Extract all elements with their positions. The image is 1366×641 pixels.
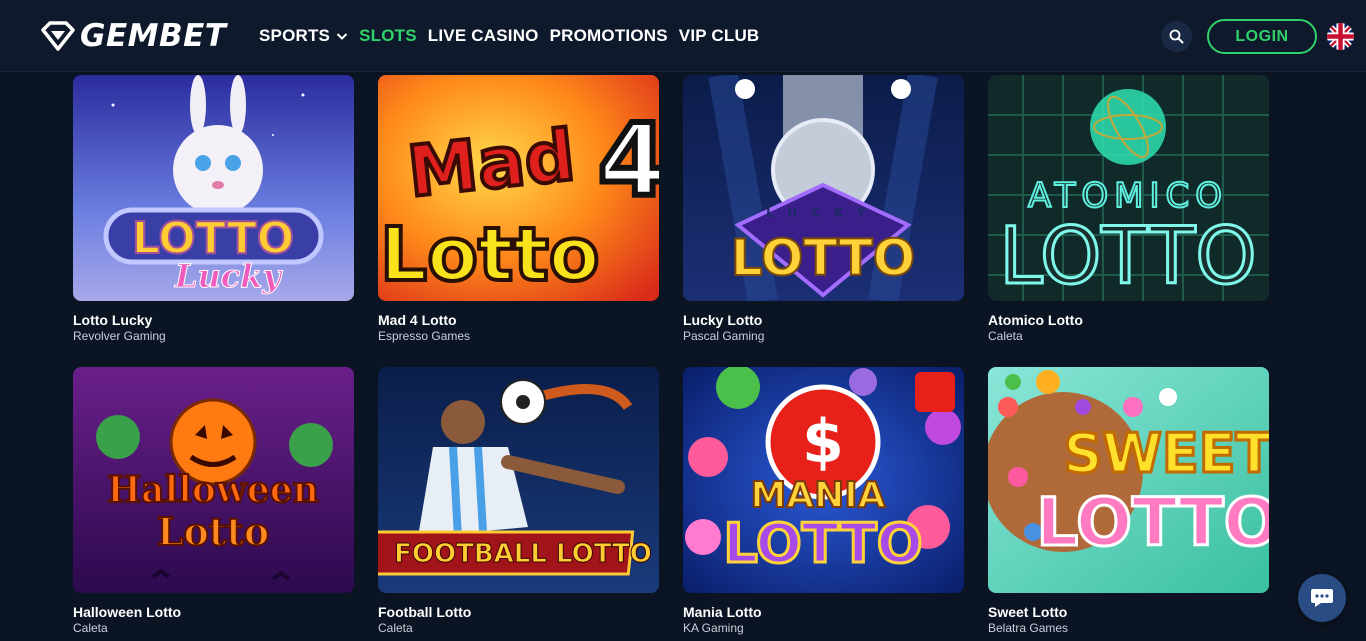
art-text: FOOTBALL LOTTO	[394, 539, 652, 569]
game-card-lucky-lotto[interactable]: LUCKY LOTTO Lucky Lotto Pascal Gaming	[683, 75, 964, 344]
game-title[interactable]: Halloween Lotto	[73, 604, 354, 620]
game-provider: Caleta	[73, 621, 108, 635]
art-text: Halloween	[107, 469, 319, 511]
game-thumbnail[interactable]: LOTTO Lucky	[73, 75, 354, 301]
nav-slots[interactable]: SLOTS	[359, 26, 417, 46]
art-text: LOTTO	[999, 212, 1256, 301]
game-title[interactable]: Lucky Lotto	[683, 312, 964, 328]
art-text: LOTTO	[1036, 484, 1269, 561]
game-provider: Belatra Games	[988, 621, 1069, 635]
nav-vip-club[interactable]: VIP CLUB	[679, 26, 760, 46]
game-title[interactable]: Sweet Lotto	[988, 604, 1269, 620]
game-card-sweet-lotto[interactable]: SWEET LOTTO Sweet Lotto Belatra Games	[988, 367, 1269, 636]
game-provider: KA Gaming	[683, 621, 744, 635]
art-text: 4	[598, 102, 659, 219]
art-text: Mad	[404, 114, 579, 213]
main-nav: SPORTS SLOTS LIVE CASINO PROMOTIONS VIP …	[259, 26, 770, 46]
game-title[interactable]: Atomico Lotto	[988, 312, 1269, 328]
game-thumbnail[interactable]: FOOTBALL LOTTO	[378, 367, 659, 593]
game-title[interactable]: Football Lotto	[378, 604, 659, 620]
game-card-lotto-lucky[interactable]: LOTTO Lucky Lotto Lucky Revolver Gaming	[73, 75, 354, 344]
svg-text:$: $	[802, 407, 844, 477]
art-text: MANIA	[750, 475, 885, 516]
gem-logo-icon	[41, 21, 75, 51]
game-card-halloween-lotto[interactable]: Halloween Lotto Halloween Lotto Caleta	[73, 367, 354, 636]
art-text: LOTTO	[731, 229, 915, 287]
search-icon	[1169, 29, 1184, 44]
logo-text: GEMBET	[80, 18, 227, 54]
art-text: Lotto	[157, 509, 270, 554]
login-button[interactable]: LOGIN	[1207, 19, 1317, 54]
game-provider: Caleta	[378, 621, 413, 635]
language-selector[interactable]	[1327, 23, 1354, 50]
art-text: LUCKY	[766, 206, 880, 220]
art-text: LOTTO	[723, 512, 922, 575]
game-thumbnail[interactable]: Mad Lotto 4	[378, 75, 659, 301]
uk-flag-icon	[1327, 23, 1354, 50]
game-thumbnail[interactable]: LUCKY LOTTO	[683, 75, 964, 301]
chat-bubble-icon	[1311, 589, 1333, 607]
logo[interactable]: GEMBET	[40, 18, 227, 54]
nav-sports[interactable]: SPORTS	[259, 26, 348, 46]
game-provider: Pascal Gaming	[683, 329, 765, 343]
game-provider: Espresso Games	[378, 329, 471, 343]
live-chat-button[interactable]	[1298, 574, 1346, 622]
game-title[interactable]: Lotto Lucky	[73, 312, 354, 328]
game-title[interactable]: Mad 4 Lotto	[378, 312, 659, 328]
game-card-atomico-lotto[interactable]: ATOMICO LOTTO Atomico Lotto Caleta	[988, 75, 1269, 344]
game-thumbnail[interactable]: $ MANIA LOTTO	[683, 367, 964, 593]
site-header: GEMBET SPORTS SLOTS LIVE CASINO PROMOTIO…	[0, 0, 1366, 72]
nav-promotions[interactable]: PROMOTIONS	[550, 26, 668, 46]
game-card-mania-lotto[interactable]: $ MANIA LOTTO Mania Lotto KA Gaming	[683, 367, 964, 636]
game-provider: Caleta	[988, 329, 1023, 343]
nav-live-casino[interactable]: LIVE CASINO	[428, 26, 539, 46]
game-thumbnail[interactable]: Halloween Lotto	[73, 367, 354, 593]
game-provider: Revolver Gaming	[73, 329, 166, 343]
chevron-down-icon	[336, 33, 348, 40]
search-button[interactable]	[1161, 21, 1192, 52]
art-text: SWEET	[1063, 422, 1269, 485]
art-text: Lucky	[174, 257, 283, 295]
game-title[interactable]: Mania Lotto	[683, 604, 964, 620]
game-thumbnail[interactable]: SWEET LOTTO	[988, 367, 1269, 593]
game-card-football-lotto[interactable]: FOOTBALL LOTTO Football Lotto Caleta	[378, 367, 659, 636]
art-text: Lotto	[380, 212, 600, 298]
nav-sports-label: SPORTS	[259, 26, 331, 45]
game-card-mad-4-lotto[interactable]: Mad Lotto 4 Mad 4 Lotto Espresso Games	[378, 75, 659, 344]
game-thumbnail[interactable]: ATOMICO LOTTO	[988, 75, 1269, 301]
art-text: ATOMICO	[1028, 176, 1228, 216]
